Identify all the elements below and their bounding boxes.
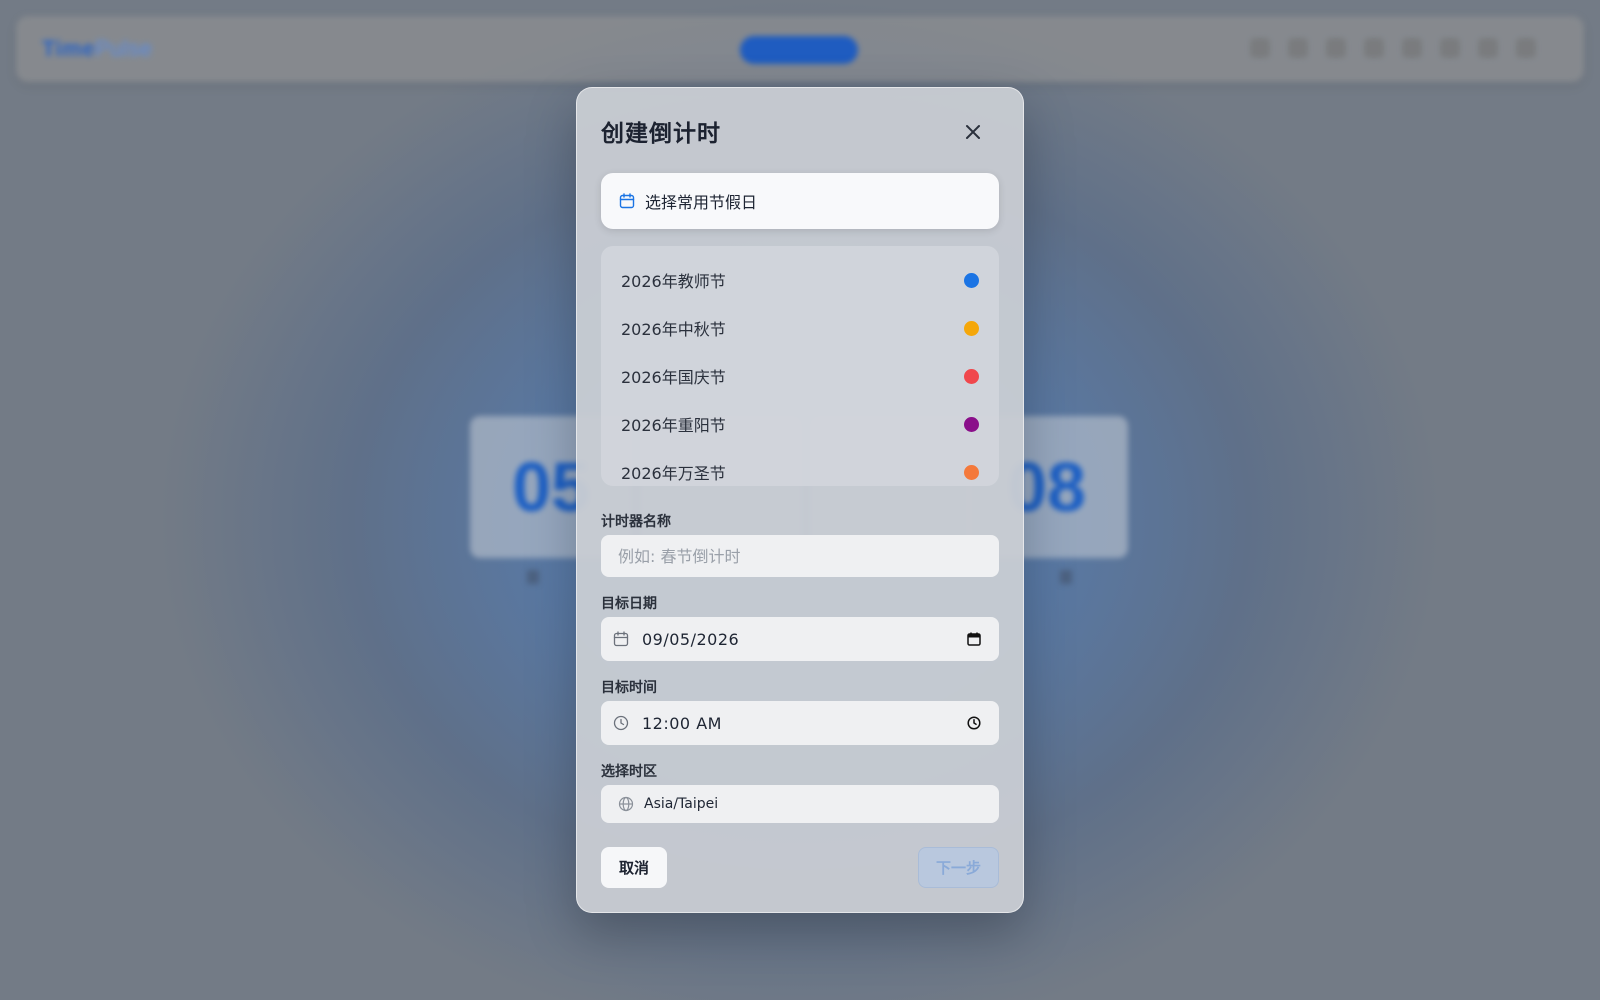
holiday-name: 2026年万圣节 — [621, 464, 726, 483]
close-button[interactable] — [959, 118, 987, 146]
holiday-item[interactable]: 2026年国庆节 — [601, 352, 999, 400]
create-countdown-dialog: 创建倒计时 选择常用节假日 2026年教师节 2026年中秋节 2026年国庆节… — [576, 87, 1024, 913]
holiday-item[interactable]: 2026年重阳节 — [601, 400, 999, 448]
calendar-picker-icon[interactable] — [967, 632, 981, 646]
holiday-name: 2026年国庆节 — [621, 368, 726, 387]
target-date-value: 09/05/2026 — [642, 629, 740, 649]
target-time-input[interactable]: 12:00 AM — [601, 701, 999, 745]
timer-name-label: 计时器名称 — [601, 514, 671, 530]
calendar-icon — [619, 193, 635, 209]
background-logo: TimePulse — [42, 36, 153, 61]
holiday-select-label: 选择常用节假日 — [645, 193, 758, 212]
calendar-icon — [613, 631, 629, 647]
next-step-button[interactable]: 下一步 — [918, 847, 999, 888]
holiday-color-dot — [964, 320, 979, 336]
target-date-input[interactable]: 09/05/2026 — [601, 617, 999, 661]
holiday-item[interactable]: 2026年中秋节 — [601, 304, 999, 352]
background-unit-label — [527, 570, 539, 584]
background-unit-label — [1060, 570, 1072, 584]
target-time-label: 目标时间 — [601, 680, 657, 696]
holiday-color-dot — [964, 272, 979, 288]
globe-icon — [618, 796, 634, 812]
background-pill-button — [740, 36, 858, 64]
holiday-color-dot — [964, 368, 979, 384]
holiday-name: 2026年重阳节 — [621, 416, 726, 435]
holiday-item[interactable]: 2026年万圣节 — [601, 448, 999, 486]
cancel-button[interactable]: 取消 — [601, 847, 667, 888]
timer-name-input[interactable] — [618, 546, 999, 566]
target-time-value: 12:00 AM — [642, 713, 722, 733]
holiday-item[interactable]: 2026年教师节 — [601, 256, 999, 304]
clock-icon — [613, 715, 629, 731]
timer-name-field — [601, 535, 999, 577]
timezone-label: 选择时区 — [601, 764, 657, 780]
dialog-title: 创建倒计时 — [601, 121, 721, 147]
holiday-name: 2026年中秋节 — [621, 320, 726, 339]
holiday-list: 2026年教师节 2026年中秋节 2026年国庆节 2026年重阳节 2026… — [601, 246, 999, 486]
timezone-select[interactable]: Asia/Taipei — [601, 785, 999, 823]
time-picker-icon[interactable] — [967, 716, 981, 730]
holiday-select-button[interactable]: 选择常用节假日 — [601, 173, 999, 229]
background-toolbar-icons — [1250, 38, 1536, 58]
holiday-color-dot — [964, 464, 979, 480]
holiday-name: 2026年教师节 — [621, 272, 726, 291]
close-icon — [966, 125, 980, 139]
target-date-label: 目标日期 — [601, 596, 657, 612]
holiday-color-dot — [964, 416, 979, 432]
timezone-value: Asia/Taipei — [644, 796, 719, 812]
